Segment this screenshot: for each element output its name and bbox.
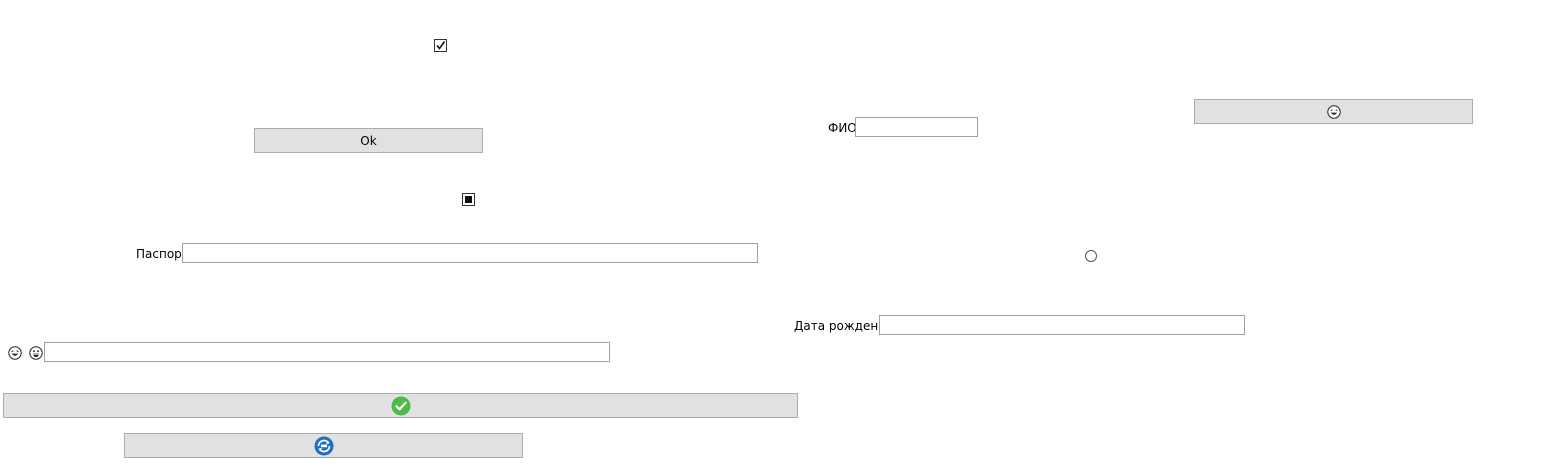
ok-button-label: Ok	[360, 133, 377, 148]
green-check-circle-icon	[391, 396, 410, 415]
emoji-text-input[interactable]	[44, 342, 610, 362]
fio-label: ФИО	[828, 121, 857, 135]
ok-button[interactable]: Ok	[254, 128, 483, 153]
blue-refresh-icon	[314, 436, 333, 455]
radio-button[interactable]	[1085, 250, 1097, 262]
indeterminate-mark	[465, 196, 472, 203]
passport-input[interactable]	[182, 243, 758, 263]
birth-date-input[interactable]	[879, 315, 1245, 335]
refresh-button[interactable]	[124, 433, 523, 458]
fio-input[interactable]	[855, 117, 978, 137]
laughing-emoji-icon	[1326, 104, 1341, 119]
passport-label: Паспорт	[136, 247, 189, 261]
confirm-button[interactable]	[3, 393, 798, 418]
checkmark-icon	[436, 41, 446, 50]
indeterminate-checkbox[interactable]	[462, 193, 475, 206]
laughing-emoji-icon	[8, 346, 22, 360]
emoji-button[interactable]	[1194, 99, 1473, 124]
grinning-emoji-icon	[29, 346, 43, 360]
checked-checkbox[interactable]	[434, 39, 447, 52]
